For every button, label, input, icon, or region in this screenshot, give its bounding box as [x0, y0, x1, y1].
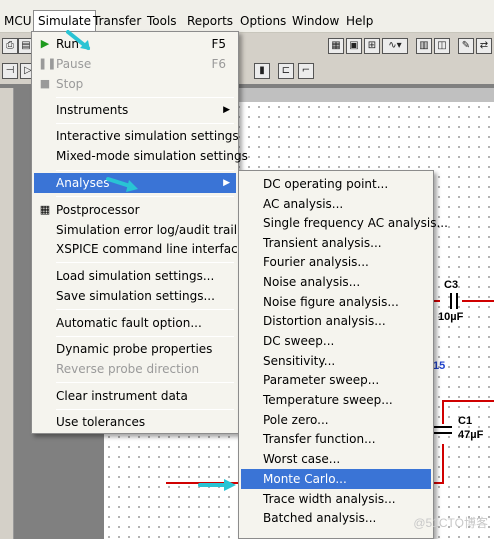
grapher-icon[interactable]: ▦ [328, 38, 344, 54]
analysis-item[interactable]: Single frequency AC analysis... [241, 213, 448, 233]
menu-item-mixed-mode-settings[interactable]: Mixed-mode simulation settings [34, 146, 248, 166]
stop-icon: ■ [39, 77, 51, 90]
watermark: @51CTO博客 [413, 516, 488, 530]
menu-item-postprocessor[interactable]: ▦ Postprocessor [34, 200, 236, 220]
pause-label: Pause [56, 57, 92, 71]
analysis-item[interactable]: Noise figure analysis... [241, 292, 431, 312]
menu-separator [56, 123, 234, 124]
analysis-item[interactable]: Worst case... [241, 449, 431, 469]
menu-item-xspice[interactable]: XSPICE command line interface [34, 239, 245, 259]
analysis-item[interactable]: Transient analysis... [241, 233, 431, 253]
menu-item-dynamic-probe[interactable]: Dynamic probe properties [34, 339, 236, 359]
menu-separator [56, 382, 234, 383]
node-number[interactable]: 15 [433, 360, 445, 372]
instruments-label: Instruments [56, 103, 129, 117]
simulate-menu: ▶ Run F5 ❚❚ Pause F6 ■ Stop Instruments … [31, 31, 248, 434]
menu-simulate[interactable]: Simulate [33, 10, 97, 32]
c3-label[interactable]: C3 [444, 279, 458, 291]
analysis-item[interactable]: Transfer function... [241, 429, 431, 449]
analysis-item[interactable]: Fourier analysis... [241, 252, 431, 272]
menu-item-clear-instrument[interactable]: Clear instrument data [34, 386, 236, 406]
menu-item-instruments[interactable]: Instruments ▶ [34, 100, 236, 120]
analysis-item[interactable]: Distortion analysis... [241, 311, 431, 331]
menu-reports[interactable]: Reports [183, 12, 237, 30]
annotate-icon[interactable]: ✎ [458, 38, 474, 54]
c3-value[interactable]: 10µF [438, 311, 463, 323]
menu-item-use-tolerances[interactable]: Use tolerances [34, 412, 236, 432]
print-icon[interactable]: ⎙ [2, 38, 18, 54]
menu-separator [56, 196, 234, 197]
menu-item-error-log[interactable]: Simulation error log/audit trail [34, 220, 237, 240]
analysis-item[interactable]: Parameter sweep... [241, 370, 431, 390]
menu-separator [56, 262, 234, 263]
menu-options[interactable]: Options [236, 12, 290, 30]
submenu-arrow-icon: ▶ [223, 105, 230, 115]
pointer-arrow-icon [198, 479, 236, 491]
analysis-item[interactable]: Pole zero... [241, 410, 431, 430]
postprocessor-icon: ▦ [39, 203, 51, 216]
menu-separator [56, 309, 234, 310]
c1-value[interactable]: 47µF [458, 429, 483, 441]
bom-icon[interactable]: ▥ [416, 38, 432, 54]
menu-item-save-settings[interactable]: Save simulation settings... [34, 286, 236, 306]
clock-icon[interactable]: ⌐ [298, 63, 314, 79]
capacitor-c3-plate [456, 293, 458, 309]
menu-separator [56, 170, 234, 171]
menu-transfer[interactable]: Transfer [89, 12, 145, 30]
c1-label[interactable]: C1 [458, 415, 472, 427]
analyses-label: Analyses [56, 176, 110, 190]
design-toolbox-panel [0, 88, 14, 539]
menu-tools[interactable]: Tools [143, 12, 181, 30]
menu-item-run[interactable]: ▶ Run F5 [34, 34, 236, 54]
menu-item-auto-fault[interactable]: Automatic fault option... [34, 313, 236, 333]
analysis-item[interactable]: DC sweep... [241, 331, 431, 351]
run-icon: ▶ [40, 37, 50, 50]
menu-help[interactable]: Help [342, 12, 377, 30]
postprocessor-icon[interactable]: ▣ [346, 38, 362, 54]
analysis-item[interactable]: Sensitivity... [241, 351, 431, 371]
spreadsheet-icon[interactable]: ⊞ [364, 38, 380, 54]
run-shortcut: F5 [211, 37, 226, 51]
wire-segment[interactable] [442, 400, 494, 402]
logic-icon[interactable]: ⊏ [278, 63, 294, 79]
analysis-item[interactable]: Trace width analysis... [241, 489, 431, 509]
analysis-item[interactable]: DC operating point... [241, 174, 431, 194]
wire-segment[interactable] [462, 300, 494, 302]
menu-item-reverse-probe[interactable]: Reverse probe direction [34, 359, 236, 379]
menu-bar: MCU Simulate Transfer Tools Reports Opti… [0, 0, 494, 33]
capacitor-c1-plate [434, 432, 452, 434]
pause-icon: ❚❚ [38, 57, 57, 70]
menu-item-pause[interactable]: ❚❚ Pause F6 [34, 54, 236, 74]
capacitor-c3-plate [450, 293, 452, 309]
wire-segment[interactable] [442, 444, 444, 482]
analysis-dropdown-icon[interactable]: ∿▾ [382, 38, 408, 54]
menu-window[interactable]: Window [288, 12, 343, 30]
menu-item-load-settings[interactable]: Load simulation settings... [34, 266, 236, 286]
menu-item-interactive-settings[interactable]: Interactive simulation settings [34, 126, 239, 146]
analyses-submenu: DC operating point... AC analysis... Sin… [238, 170, 448, 539]
menu-separator [56, 97, 234, 98]
pointer-arrow-icon [66, 30, 90, 50]
stop-label: Stop [56, 77, 84, 91]
capacitor-c1-plate [434, 426, 452, 428]
menu-mcu[interactable]: MCU [0, 12, 36, 30]
pause-shortcut: F6 [211, 57, 226, 71]
analysis-item[interactable]: Noise analysis... [241, 272, 431, 292]
analysis-item[interactable]: Temperature sweep... [241, 390, 431, 410]
analysis-item-monte-carlo[interactable]: Monte Carlo... [241, 469, 431, 489]
analysis-item[interactable]: Batched analysis... [241, 508, 431, 528]
wire-segment[interactable] [442, 400, 444, 424]
back-annotate-icon[interactable]: ⇄ [476, 38, 492, 54]
postprocessor-label: Postprocessor [56, 203, 140, 217]
db-icon[interactable]: ◫ [434, 38, 450, 54]
bus-icon[interactable]: ▮ [254, 63, 270, 79]
menu-item-stop[interactable]: ■ Stop [34, 74, 236, 94]
submenu-arrow-icon: ▶ [223, 178, 230, 188]
analysis-item[interactable]: AC analysis... [241, 194, 431, 214]
menu-separator [56, 409, 234, 410]
menu-separator [56, 336, 234, 337]
component-icon[interactable]: ⊣ [2, 63, 18, 79]
pointer-arrow-icon [106, 177, 138, 192]
